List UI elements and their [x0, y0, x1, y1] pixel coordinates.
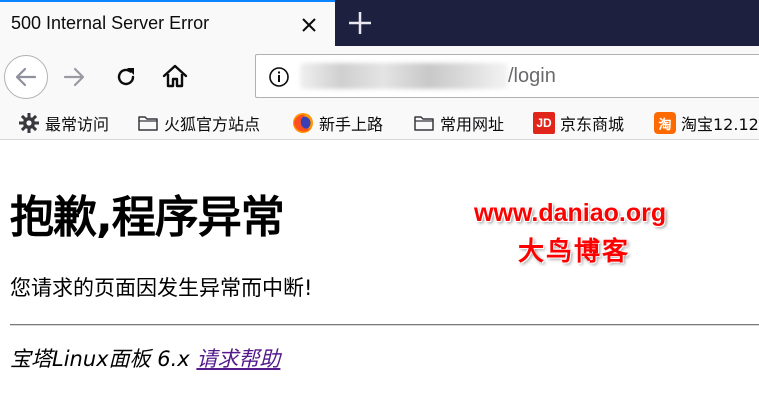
gear-icon — [19, 113, 39, 133]
bookmark-most-visited[interactable]: 最常访问 — [18, 111, 109, 135]
bookmark-taobao[interactable]: 淘 淘宝12.12 — [654, 111, 759, 135]
bookmark-label: 新手上路 — [319, 115, 384, 134]
reload-icon — [117, 68, 135, 86]
jd-icon: JD — [533, 112, 555, 134]
bookmark-label: 火狐官方站点 — [164, 115, 261, 134]
home-icon — [162, 64, 188, 88]
bookmark-label: 京东商城 — [560, 115, 625, 134]
bookmark-label: 常用网址 — [440, 115, 505, 134]
page-title: 抱歉,程序异常 — [10, 192, 285, 243]
watermark: www.daniao.org 大鸟博客 — [470, 199, 730, 269]
new-tab-icon[interactable] — [346, 9, 374, 37]
bookmark-label: 最常访问 — [45, 115, 110, 134]
firefox-icon — [293, 113, 313, 133]
error-message: 您请求的页面因发生异常而中断! — [10, 276, 313, 300]
tab-title: 500 Internal Server Error — [11, 13, 210, 33]
footer-line: 宝塔Linux面板 6.x 请求帮助 — [10, 343, 280, 373]
help-link[interactable]: 请求帮助 — [196, 347, 280, 371]
taobao-icon: 淘 — [654, 112, 676, 134]
footer-text: 宝塔Linux面板 6.x — [10, 347, 197, 371]
forward-button[interactable] — [58, 61, 90, 93]
tab-strip: 500 Internal Server Error — [0, 0, 759, 46]
reload-button[interactable] — [110, 61, 142, 93]
arrow-right-icon — [63, 67, 85, 87]
page-content: 抱歉,程序异常 您请求的页面因发生异常而中断! 宝塔Linux面板 6.x 请求… — [0, 141, 759, 405]
watermark-name: 大鸟博客 — [518, 237, 631, 267]
watermark-url: www.daniao.org — [474, 199, 667, 227]
bookmark-getting-started[interactable]: 新手上路 — [292, 111, 383, 135]
close-icon[interactable] — [298, 14, 320, 36]
url-text: /login — [508, 65, 556, 87]
arrow-left-icon — [15, 67, 37, 87]
url-redacted-area — [300, 63, 508, 89]
navigation-bar: /login — [0, 46, 759, 106]
folder-icon — [138, 116, 158, 131]
bookmark-label: 淘宝12.12 — [681, 115, 759, 134]
url-bar[interactable]: /login — [255, 54, 759, 98]
folder-icon — [414, 116, 434, 131]
tab-active[interactable]: 500 Internal Server Error — [0, 0, 335, 46]
divider — [10, 324, 759, 326]
bookmarks-bar: 最常访问 火狐官方站点 新手上路 常用网址 JD 京东商城 淘 淘宝12.12 — [0, 106, 759, 140]
back-button[interactable] — [4, 55, 48, 99]
bookmark-jd[interactable]: JD 京东商城 — [533, 111, 624, 135]
info-icon[interactable] — [268, 66, 290, 88]
bookmark-common-sites[interactable]: 常用网址 — [413, 111, 504, 135]
home-button[interactable] — [158, 59, 192, 93]
bookmark-firefox-official[interactable]: 火狐官方站点 — [137, 111, 260, 135]
